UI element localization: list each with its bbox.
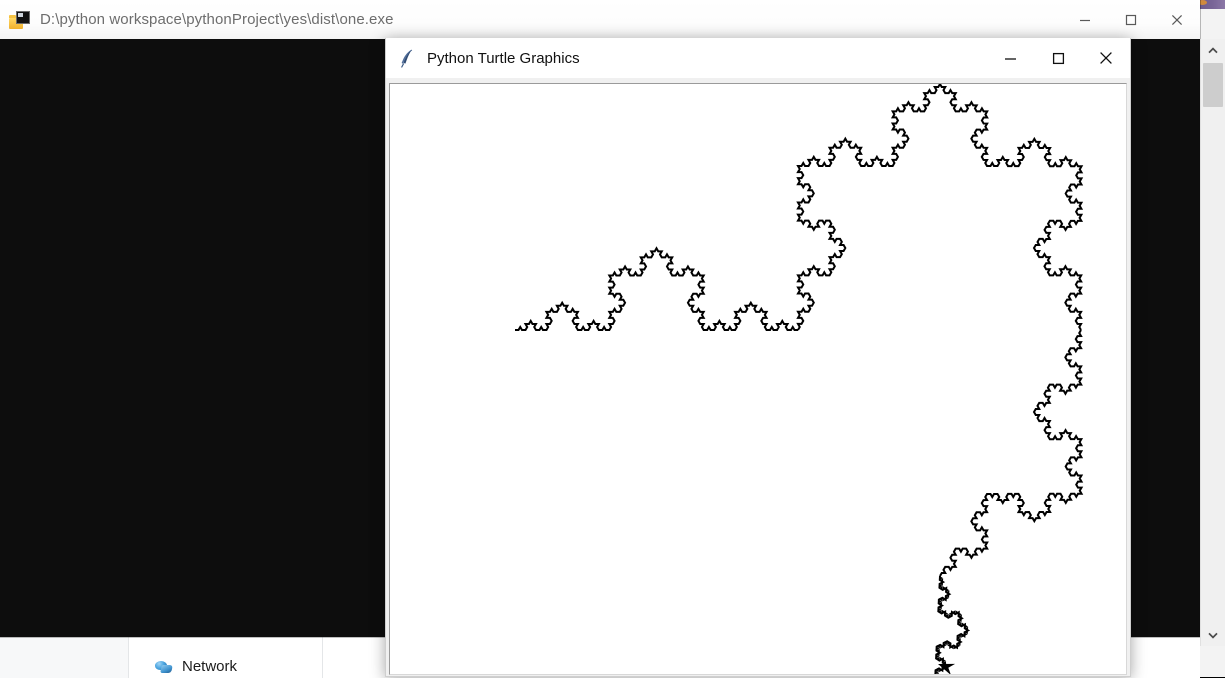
minimize-button[interactable] [986,38,1034,78]
koch-segment [796,84,941,331]
turtle-canvas-frame[interactable] [389,83,1127,675]
outer-window-controls [1062,0,1200,39]
outer-window-title: D:\python workspace\pythonProject\yes\di… [40,11,394,28]
network-globe-icon [154,659,173,675]
python-feather-icon [398,48,416,68]
folder-console-icon [9,10,31,30]
turtle-window-controls [986,38,1130,78]
turtle-window-titlebar[interactable]: Python Turtle Graphics [386,38,1130,79]
close-button[interactable] [1154,0,1200,39]
koch-segment [939,329,1084,577]
koch-segment [934,575,971,674]
list-item-network[interactable]: Network [154,658,237,675]
koch-curve-path [515,84,1084,674]
list-item-label: Network [182,658,238,675]
maximize-button[interactable] [1034,38,1082,78]
koch-segment [515,246,798,331]
explorer-list-pane[interactable]: Network [129,637,323,678]
turtle-drawing-canvas[interactable] [390,84,1126,674]
scroll-down-arrow-icon[interactable] [1201,624,1225,646]
vertical-scrollbar[interactable] [1200,39,1225,646]
outer-window-titlebar[interactable]: D:\python workspace\pythonProject\yes\di… [0,0,1200,40]
maximize-button[interactable] [1108,0,1154,39]
minimize-button[interactable] [1062,0,1108,39]
koch-segment [939,84,1084,331]
python-turtle-graphics-window: Python Turtle Graphics [385,38,1131,677]
turtle-window-title: Python Turtle Graphics [427,49,580,67]
explorer-navigation-pane[interactable] [0,637,129,678]
scroll-up-arrow-icon[interactable] [1201,39,1225,61]
close-button[interactable] [1082,38,1130,78]
scrollbar-thumb[interactable] [1203,63,1223,107]
